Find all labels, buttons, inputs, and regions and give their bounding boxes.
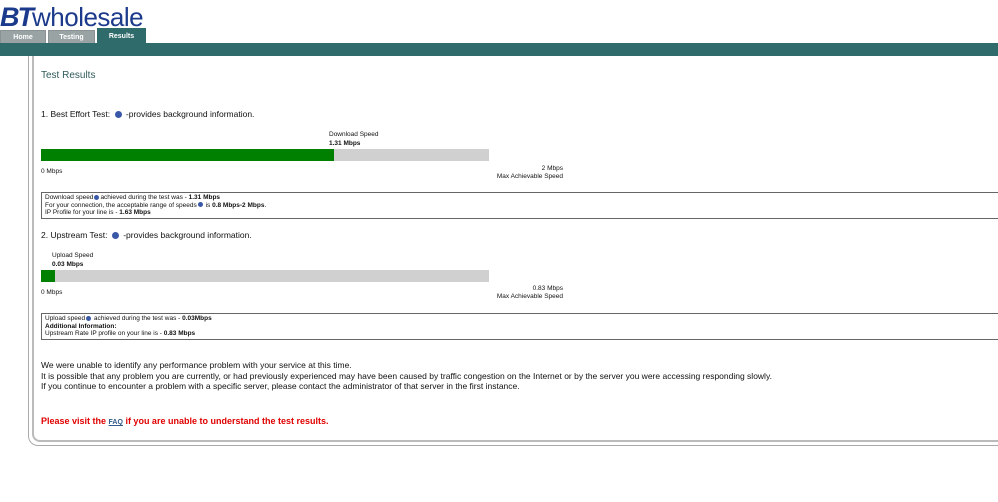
upload-info-line3-value: 0.83 Mbps — [163, 330, 196, 337]
download-axis-max: 2 Mbps Max Achievable Speed — [463, 165, 563, 181]
summary-line1: We were unable to identify any performan… — [41, 360, 352, 370]
page-title: Test Results — [41, 70, 96, 81]
tab-results[interactable]: Results — [97, 28, 146, 44]
best-effort-heading-text: 1. Best Effort Test: — [41, 109, 111, 119]
upstream-heading: 2. Upstream Test: -provides background i… — [41, 230, 252, 240]
download-info-line2-value: 0.8 Mbps-2 Mbps — [212, 201, 265, 209]
download-speed-value: 1.31 Mbps — [329, 140, 361, 147]
download-axis-max-caption: Max Achievable Speed — [496, 173, 563, 180]
download-info-line2-end: . — [264, 201, 267, 209]
download-info-line3-value: 1.63 Mbps — [119, 209, 151, 216]
upload-axis-max: 0.83 Mbps Max Achievable Speed — [463, 285, 563, 301]
upload-axis-max-value: 0.83 Mbps — [532, 285, 563, 292]
download-axis-min: 0 Mbps — [41, 168, 63, 175]
info-icon[interactable] — [111, 232, 119, 240]
download-info-line3: IP Profile for your line is - 1.63 Mbps — [45, 209, 997, 217]
download-info-line2: For your connection, the acceptable rang… — [45, 202, 997, 210]
upload-speed-label: Upload Speed 0.03 Mbps — [52, 251, 93, 269]
upload-speed-bar-fill — [41, 270, 56, 282]
upload-axis-max-caption: Max Achievable Speed — [496, 293, 563, 300]
upstream-heading-text: 2. Upstream Test: — [41, 230, 108, 240]
header-bar — [0, 43, 998, 56]
download-info-line1-value: 1.31 Mbps — [188, 194, 221, 201]
upload-info-line1-pre: Upload speed — [45, 315, 86, 322]
download-speed-label: Download Speed 1.31 Mbps — [329, 130, 379, 148]
upload-info-line1-mid: achieved during the test was - — [92, 315, 183, 322]
best-effort-heading: 1. Best Effort Test: -provides backgroun… — [41, 109, 254, 119]
tab-home[interactable]: Home — [0, 30, 46, 44]
upload-info-line2: Additional Information: — [45, 323, 997, 331]
download-info-line1-pre: Download speed — [45, 194, 94, 201]
info-icon[interactable] — [114, 111, 122, 119]
upload-speed-value: 0.03 Mbps — [52, 261, 84, 268]
upload-speed-bar — [41, 270, 489, 282]
faq-pre: Please visit the — [41, 416, 109, 426]
best-effort-heading-suffix: -provides background information. — [125, 109, 255, 119]
download-speed-caption: Download Speed — [329, 131, 379, 138]
download-info-line1: Download speed achieved during the test w… — [45, 194, 997, 202]
summary-line2: It is possible that any problem you are … — [41, 370, 772, 381]
upload-info-additional: Additional Information: — [45, 322, 117, 330]
download-speed-bar — [41, 149, 489, 161]
download-axis-max-value: 2 Mbps — [541, 165, 563, 172]
download-info-line1-mid: achieved during the test was - — [100, 194, 189, 201]
faq-post: if you are unable to understand the test… — [122, 416, 329, 426]
summary-line3: If you continue to encounter a problem w… — [41, 381, 520, 391]
download-info-line3-pre: IP Profile for your line is - — [45, 209, 120, 216]
upload-info-line1-value: 0.03Mbps — [182, 315, 212, 322]
results-summary: We were unable to identify any performan… — [41, 360, 772, 392]
info-icon[interactable] — [86, 315, 92, 321]
info-icon[interactable] — [197, 202, 203, 208]
download-info-line2-pre: For your connection, the acceptable rang… — [45, 201, 197, 209]
upload-info-box: Upload speed achieved during the test wa… — [41, 313, 998, 340]
upload-speed-caption: Upload Speed — [52, 252, 94, 259]
tab-testing[interactable]: Testing — [48, 30, 95, 44]
faq-link[interactable]: FAQ — [109, 419, 123, 426]
upstream-heading-suffix: -provides background information. — [123, 230, 252, 240]
download-speed-bar-fill — [41, 149, 335, 161]
upload-axis-min: 0 Mbps — [41, 289, 63, 296]
download-info-line2-mid: is — [203, 201, 213, 209]
nav-tabs: Home Testing Results — [0, 28, 148, 44]
upload-info-line3-pre: Upstream Rate IP profile on your line is… — [45, 330, 164, 337]
download-info-box: Download speed achieved during the test w… — [41, 192, 998, 219]
upload-info-line3: Upstream Rate IP profile on your line is… — [45, 330, 997, 338]
info-icon[interactable] — [94, 194, 100, 200]
bt-wholesale-logo: BTwholesale — [0, 2, 144, 32]
upload-info-line1: Upload speed achieved during the test wa… — [45, 315, 997, 323]
faq-message: Please visit the FAQ if you are unable t… — [41, 416, 328, 426]
